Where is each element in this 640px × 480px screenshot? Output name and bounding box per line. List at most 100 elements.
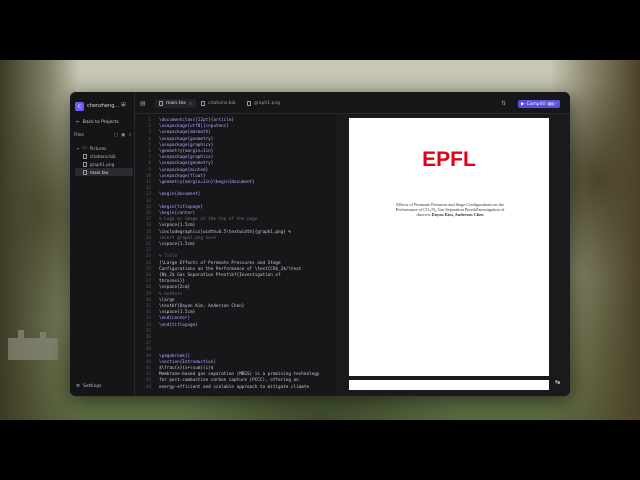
- code-line[interactable]: 8 \usepackage{geometry}: [135, 161, 335, 166]
- line-number: 31: [145, 304, 151, 309]
- code-line[interactable]: 33 \end{center}: [135, 316, 335, 321]
- tab-graph1[interactable]: graph1.png: [243, 99, 284, 108]
- collapse-sidebar-icon[interactable]: ⊞: [121, 101, 126, 108]
- code-line[interactable]: 5 \usepackage{graphicx}: [135, 143, 335, 148]
- new-file-icon[interactable]: ▢: [114, 133, 118, 138]
- code-text: \usepackage{graphicx}: [159, 155, 214, 161]
- code-line[interactable]: 21 \vspace{1.5cm}: [135, 242, 335, 247]
- code-line[interactable]: 31 \textbf{Dayon Kim, Anderson Chen}: [135, 304, 335, 309]
- line-number: 37: [145, 341, 151, 347]
- code-line[interactable]: 3 \usepackage{amsmath}: [135, 130, 335, 135]
- line-number: 38: [145, 347, 151, 353]
- code-line[interactable]: 39 \pagebreak{}: [135, 354, 335, 359]
- code-text: % Logo or image at the top of the page: [159, 217, 258, 223]
- line-number: 43: [145, 378, 151, 384]
- compile-button[interactable]: ▶ Compile ⌘S: [518, 100, 560, 108]
- code-line[interactable]: 30 \large: [135, 298, 335, 303]
- code-line[interactable]: 28 \vspace{2cm}: [135, 285, 335, 290]
- toggle-panel-icon[interactable]: ▤: [140, 100, 146, 107]
- code-line[interactable]: 15 \begin{titlepage}: [135, 205, 335, 210]
- code-line[interactable]: 27 throcess}}: [135, 279, 335, 284]
- line-number: 20: [145, 235, 151, 241]
- code-line[interactable]: 43 for post-combustion carbon capture (PC…: [135, 378, 335, 383]
- code-line[interactable]: 29 % Authors: [135, 292, 335, 297]
- code-text: \end{titlepage}: [159, 322, 198, 328]
- code-line[interactable]: 34 \end{titlepage}: [135, 323, 335, 328]
- tab-label: main.tex: [166, 101, 186, 106]
- code-line[interactable]: 36: [135, 335, 335, 340]
- code-line[interactable]: 10 \usepackage{float}: [135, 174, 335, 179]
- code-line[interactable]: 37: [135, 341, 335, 346]
- code-line[interactable]: 38: [135, 347, 335, 352]
- code-line[interactable]: 6 \geometry{margin=1in}: [135, 149, 335, 154]
- code-line[interactable]: 2 \usepackage[utf8]{inputenc}: [135, 124, 335, 129]
- code-line[interactable]: 11 \geometry{margin=1in}\begin{document}: [135, 180, 335, 185]
- wallpaper-tree-left: [0, 60, 80, 420]
- new-folder-icon[interactable]: ▣: [121, 133, 125, 138]
- code-line[interactable]: 35: [135, 329, 335, 334]
- sync-icon[interactable]: ↹: [555, 379, 560, 386]
- code-text: \usepackage[utf8]{inputenc}: [159, 124, 229, 130]
- code-text: \begin{titlepage}: [159, 204, 203, 210]
- line-number: 23: [145, 254, 151, 260]
- code-line[interactable]: 40 \section{Introduction}: [135, 360, 335, 365]
- code-line[interactable]: 24 {\Large Effects of Permeate Pressures…: [135, 261, 335, 266]
- tree-item-label: Pictures: [89, 145, 107, 151]
- download-icon[interactable]: ⤓: [530, 100, 532, 106]
- code-line[interactable]: 14: [135, 199, 335, 204]
- tab-label: graph1.png: [254, 101, 281, 106]
- code-line[interactable]: 44 energy-efficient and scalable approach…: [135, 385, 335, 390]
- line-number: 42: [145, 372, 151, 378]
- code-line[interactable]: 19 \includegraphics[width=0.5\textwidth]…: [135, 230, 335, 235]
- line-number: 16: [145, 211, 151, 216]
- code-line[interactable]: 13 \begin{document}: [135, 192, 335, 197]
- line-number: 7: [148, 155, 151, 161]
- code-text: \large: [159, 297, 175, 303]
- project-switcher[interactable]: c chenzheng... ▾: [75, 100, 125, 112]
- code-line[interactable]: 12: [135, 186, 335, 191]
- tab-main-tex[interactable]: main.tex ✕: [155, 99, 197, 108]
- code-line[interactable]: 7 \usepackage{graphicx}: [135, 155, 335, 160]
- line-number: 44: [145, 384, 151, 390]
- code-line[interactable]: 23 % Title: [135, 254, 335, 259]
- code-text: \textbf{Dayon Kim, Anderson Chen}: [159, 304, 245, 309]
- code-editor[interactable]: 1 \documentclass[12pt]{article} 2 \usepacka…: [135, 114, 335, 396]
- code-line[interactable]: 16 \begin{center}: [135, 211, 335, 216]
- upload-icon[interactable]: ⇪: [128, 133, 132, 138]
- code-line[interactable]: 22: [135, 248, 335, 253]
- line-number: 35: [145, 328, 151, 334]
- code-line[interactable]: 18 \vspace{1.5cm}: [135, 223, 335, 228]
- format-icon[interactable]: ⇅: [501, 100, 506, 107]
- settings-button[interactable]: ⚙ Settings: [76, 384, 102, 389]
- file-icon: [159, 101, 163, 106]
- wallpaper-castle: [8, 330, 58, 360]
- tree-item-citations[interactable]: citations.bib: [75, 152, 133, 160]
- epfl-logo: EPFL: [422, 148, 476, 171]
- expand-icon[interactable]: ⤢: [555, 100, 559, 106]
- code-line[interactable]: 4 \usepackage{geometry}: [135, 137, 335, 142]
- back-to-projects-link[interactable]: ← Back to Projects: [76, 120, 119, 125]
- code-line[interactable]: 25 Configurations on the Performance of …: [135, 267, 335, 272]
- tree-item-pictures[interactable]: ▾ ▭ Pictures: [75, 144, 133, 152]
- line-number: 30: [145, 297, 151, 303]
- code-text: \usepackage{amsmath}: [159, 130, 211, 136]
- tab-citations[interactable]: citations.bib: [197, 99, 240, 108]
- code-line[interactable]: 20 insert graph1.png here: [135, 236, 335, 241]
- code-text: \usepackage{geometry}: [159, 136, 214, 142]
- close-icon[interactable]: ✕: [189, 101, 192, 106]
- line-number: 18: [145, 223, 151, 229]
- line-number: 11: [145, 180, 151, 185]
- code-line[interactable]: 9 \usepackage{minted}: [135, 168, 335, 173]
- code-text: \geometry{margin=1in}\begin{document}: [159, 180, 255, 185]
- tree-item-main-tex[interactable]: main.tex: [75, 168, 133, 176]
- line-number: 26: [145, 273, 151, 278]
- code-line[interactable]: 42 Membrane-based gas separation (MBGS) i…: [135, 372, 335, 377]
- line-number: 14: [145, 198, 151, 204]
- tree-item-graph1[interactable]: graph1.png: [75, 160, 133, 168]
- code-line[interactable]: 26 {N$_2$ Gas Separation Ptext\bf{Invest…: [135, 273, 335, 278]
- code-line[interactable]: 1 \documentclass[12pt]{article}: [135, 118, 335, 123]
- layout-icon[interactable]: ▥: [542, 100, 547, 106]
- code-line[interactable]: 17 % Logo or image at the top of the pag…: [135, 217, 335, 222]
- code-line[interactable]: 41 $\frac{x}{x+\sum}{i}$: [135, 366, 335, 371]
- code-line[interactable]: 32 \vspace{1.5cm}: [135, 310, 335, 315]
